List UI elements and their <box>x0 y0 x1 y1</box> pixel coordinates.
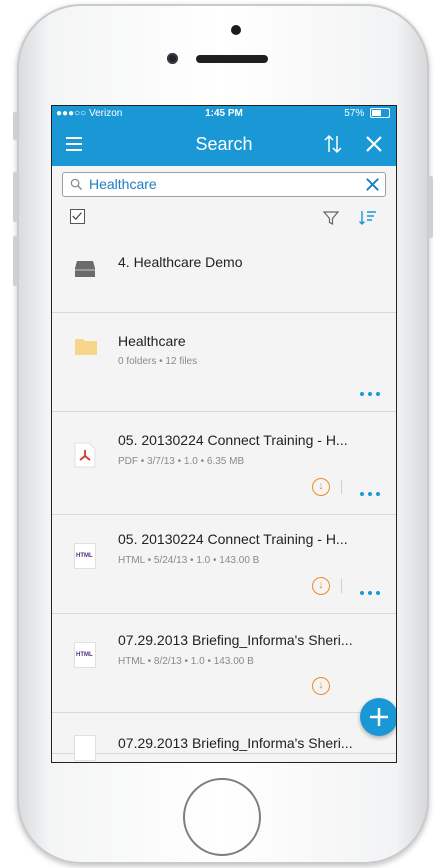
filter-icon[interactable] <box>322 209 340 227</box>
checkmark-icon <box>72 212 82 220</box>
folder-icon <box>75 339 97 355</box>
item-title: 05. 20130224 Connect Training - H... <box>118 432 348 448</box>
more-options-icon[interactable] <box>360 383 384 396</box>
search-bar: Healthcare <box>52 166 396 202</box>
html-file-icon: HTML <box>74 642 96 668</box>
nav-bar: Search <box>52 122 396 166</box>
divider <box>341 579 342 593</box>
app-screen: ●●●○○ Verizon 1:45 PM 57% Search Healthc… <box>51 105 397 763</box>
plus-icon <box>370 708 388 726</box>
power-button <box>428 176 433 238</box>
select-all-checkbox[interactable] <box>70 209 85 224</box>
drawer-icon <box>75 261 95 277</box>
pdf-file-icon <box>74 442 96 468</box>
download-icon[interactable]: ↓ <box>312 577 330 595</box>
list-item[interactable]: 4. Healthcare Demo <box>52 236 396 313</box>
search-input[interactable]: Healthcare <box>62 172 386 197</box>
file-type-badge: HTML <box>76 652 93 658</box>
status-bar: ●●●○○ Verizon 1:45 PM 57% <box>52 106 396 122</box>
battery-fill <box>372 110 381 117</box>
proximity-sensor <box>231 25 241 35</box>
add-fab-button[interactable] <box>360 698 396 736</box>
status-right: 57% <box>344 106 390 122</box>
download-icon[interactable]: ↓ <box>312 478 330 496</box>
volume-up-button <box>13 172 18 222</box>
search-query: Healthcare <box>89 176 157 192</box>
search-results-list: 4. Healthcare Demo Healthcare 0 folders … <box>52 236 396 761</box>
list-item[interactable]: 07.29.2013 Briefing_Informa's Sheri... <box>52 713 396 761</box>
earpiece-speaker <box>196 55 268 63</box>
html-file-icon: HTML <box>74 543 96 569</box>
item-meta: 0 folders • 12 files <box>118 356 198 367</box>
file-type-badge: HTML <box>76 553 93 559</box>
download-icon[interactable]: ↓ <box>312 677 330 695</box>
page-title: Search <box>195 134 253 154</box>
item-meta: HTML • 8/2/13 • 1.0 • 143.00 B <box>118 656 254 667</box>
sort-order-icon[interactable] <box>358 209 378 227</box>
search-icon <box>70 178 83 191</box>
item-title: 07.29.2013 Briefing_Informa's Sheri... <box>118 632 353 648</box>
battery-icon <box>370 108 390 119</box>
front-camera <box>167 53 178 64</box>
list-toolbar <box>52 202 396 236</box>
list-item[interactable]: Healthcare 0 folders • 12 files <box>52 313 396 412</box>
home-button[interactable] <box>183 778 261 856</box>
list-item[interactable]: HTML 05. 20130224 Connect Training - H..… <box>52 515 396 614</box>
sort-arrows-icon[interactable] <box>322 133 344 155</box>
list-item[interactable]: 05. 20130224 Connect Training - H... PDF… <box>52 412 396 515</box>
item-title: 05. 20130224 Connect Training - H... <box>118 531 348 547</box>
clear-search-icon[interactable] <box>364 176 381 193</box>
more-options-icon[interactable] <box>360 582 384 595</box>
close-icon[interactable] <box>362 132 386 156</box>
mute-switch <box>13 112 18 140</box>
battery-percent: 57% <box>344 108 365 119</box>
item-title: 07.29.2013 Briefing_Informa's Sheri... <box>118 735 353 751</box>
list-item[interactable]: HTML 07.29.2013 Briefing_Informa's Sheri… <box>52 614 396 713</box>
more-options-icon[interactable] <box>360 483 384 496</box>
item-title: Healthcare <box>118 333 186 349</box>
divider <box>341 480 342 494</box>
volume-down-button <box>13 236 18 286</box>
item-meta: HTML • 5/24/13 • 1.0 • 143.00 B <box>118 555 260 566</box>
item-meta: PDF • 3/7/13 • 1.0 • 6.35 MB <box>118 456 245 467</box>
item-title: 4. Healthcare Demo <box>118 254 243 270</box>
html-file-icon <box>74 735 96 761</box>
